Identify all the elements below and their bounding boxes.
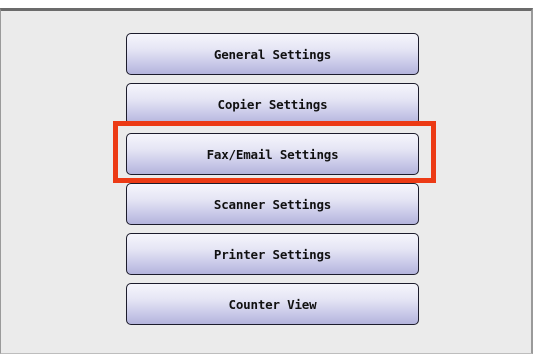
fax-email-settings-label: Fax/Email Settings xyxy=(206,146,339,162)
copier-settings-label: Copier Settings xyxy=(217,96,328,112)
settings-menu: General Settings Copier Settings Fax/Ema… xyxy=(126,33,421,333)
general-settings-label: General Settings xyxy=(213,46,332,62)
printer-settings-button[interactable]: Printer Settings xyxy=(126,233,419,275)
scanner-settings-button[interactable]: Scanner Settings xyxy=(126,183,419,225)
counter-view-button[interactable]: Counter View xyxy=(126,283,419,325)
counter-view-label: Counter View xyxy=(228,296,317,312)
copier-settings-button[interactable]: Copier Settings xyxy=(126,83,419,125)
scanner-settings-label: Scanner Settings xyxy=(213,196,332,212)
fax-email-settings-button[interactable]: Fax/Email Settings xyxy=(126,133,419,175)
printer-settings-label: Printer Settings xyxy=(213,246,332,262)
general-settings-button[interactable]: General Settings xyxy=(126,33,419,75)
